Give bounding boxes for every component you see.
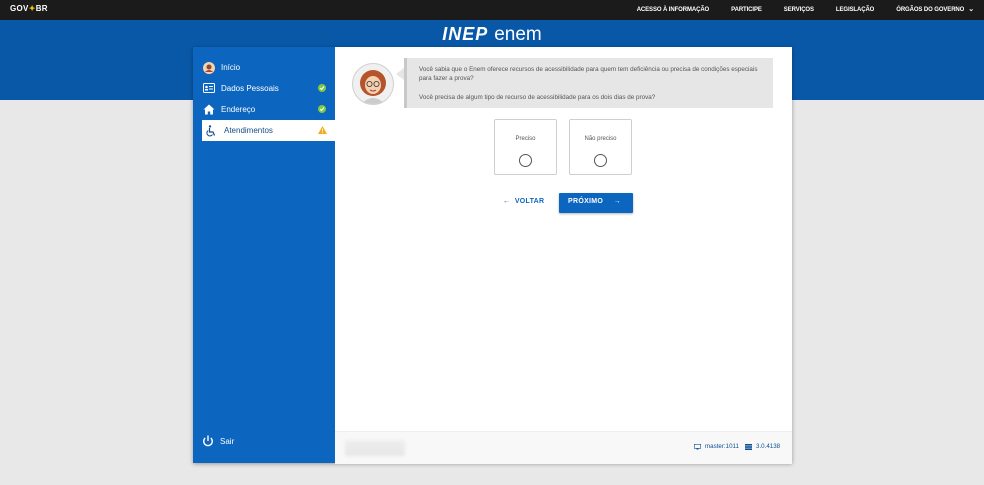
assistant-message: Você sabia que o Enem oferece recursos d… bbox=[396, 58, 773, 108]
link-orgaos-governo[interactable]: ÓRGÃOS DO GOVERNO bbox=[896, 7, 964, 13]
radio-button[interactable] bbox=[519, 154, 532, 167]
arrow-right-icon: → bbox=[613, 198, 621, 205]
sidebar-item-label: Dados Pessoais bbox=[221, 84, 279, 93]
sidebar-item-endereco[interactable]: Endereço bbox=[193, 99, 335, 120]
link-participe[interactable]: PARTICIPE bbox=[731, 7, 762, 13]
footer: master:1011 3.0.4138 bbox=[335, 431, 792, 464]
radio-button[interactable] bbox=[594, 154, 607, 167]
version-info: 3.0.4138 bbox=[745, 443, 780, 450]
gov-br-logo[interactable]: GOV✦BR bbox=[10, 4, 48, 13]
option-nao-preciso[interactable]: Não preciso bbox=[569, 119, 632, 175]
sidebar-item-label: Atendimentos bbox=[224, 126, 273, 135]
sidebar: Início Dados Pessoais Endereço Atendimen… bbox=[193, 47, 335, 463]
server-info: master:1011 bbox=[694, 443, 739, 450]
sidebar-item-atendimentos[interactable]: Atendimentos bbox=[202, 120, 335, 141]
assistant-avatar bbox=[352, 63, 394, 105]
gov-topbar: GOV✦BR ACESSO À INFORMAÇÃO PARTICIPE SER… bbox=[0, 0, 984, 20]
user-avatar-icon bbox=[203, 62, 215, 74]
main-card: Início Dados Pessoais Endereço Atendimen… bbox=[193, 47, 792, 464]
check-circle-icon bbox=[318, 105, 326, 113]
link-acesso-informacao[interactable]: ACESSO À INFORMAÇÃO bbox=[637, 7, 710, 13]
option-preciso[interactable]: Preciso bbox=[494, 119, 557, 175]
sidebar-item-dados-pessoais[interactable]: Dados Pessoais bbox=[193, 78, 335, 99]
logout-label: Sair bbox=[220, 436, 235, 446]
monitor-icon bbox=[694, 443, 701, 449]
link-legislacao[interactable]: LEGISLAÇÃO bbox=[836, 7, 874, 13]
sidebar-item-inicio[interactable]: Início bbox=[193, 57, 335, 78]
warning-icon bbox=[318, 126, 327, 134]
content-area: Você sabia que o Enem oferece recursos d… bbox=[335, 47, 792, 464]
sidebar-item-label: Início bbox=[221, 63, 241, 72]
message-text-1: Você sabia que o Enem oferece recursos d… bbox=[419, 66, 758, 82]
home-icon bbox=[203, 104, 215, 115]
message-text-2: Você precisa de algum tipo de recurso de… bbox=[419, 94, 656, 101]
next-button[interactable]: PRÓXIMO → bbox=[559, 193, 633, 213]
option-label: Preciso bbox=[515, 136, 536, 142]
chevron-down-icon[interactable]: ⌄ bbox=[968, 5, 974, 13]
option-label: Não preciso bbox=[584, 136, 617, 142]
check-circle-icon bbox=[318, 84, 326, 92]
back-button[interactable]: ← VOLTAR bbox=[503, 198, 544, 205]
wheelchair-icon bbox=[206, 125, 218, 137]
server-icon bbox=[745, 443, 752, 450]
blurred-user-info bbox=[345, 440, 405, 456]
sidebar-item-label: Endereço bbox=[221, 105, 256, 114]
link-servicos[interactable]: SERVIÇOS bbox=[784, 7, 814, 13]
logout-button[interactable]: Sair bbox=[202, 435, 234, 447]
inep-enem-logo: INEP enem bbox=[442, 24, 542, 45]
gov-topbar-links: ACESSO À INFORMAÇÃO PARTICIPE SERVIÇOS L… bbox=[615, 0, 974, 20]
arrow-left-icon: ← bbox=[503, 198, 511, 205]
id-card-icon bbox=[203, 83, 215, 94]
power-icon bbox=[203, 435, 213, 447]
